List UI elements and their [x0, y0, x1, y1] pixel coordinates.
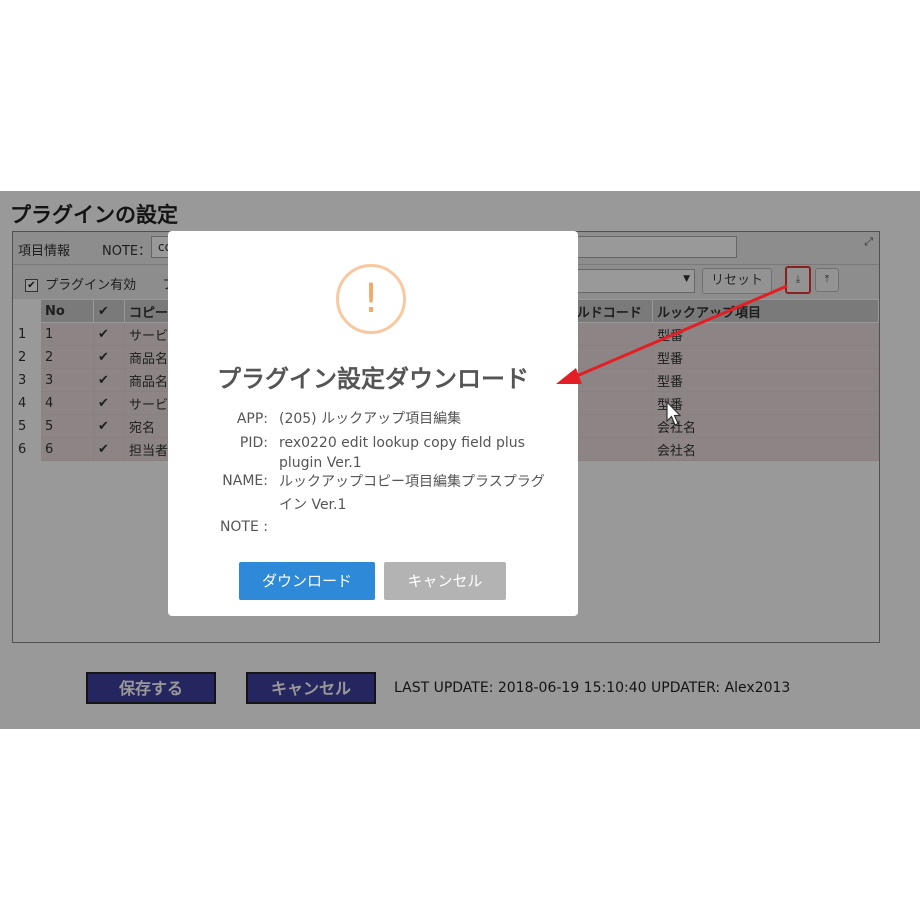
- download-dialog: ! プラグイン設定ダウンロード APP: (205) ルックアップ項目編集 PI…: [168, 231, 578, 616]
- app-value: (205) ルックアップ項目編集: [279, 411, 462, 427]
- warning-icon: !: [336, 264, 406, 334]
- name-label: NAME:: [222, 473, 268, 489]
- dialog-cancel-button[interactable]: キャンセル: [384, 562, 506, 600]
- name-value: ルックアップコピー項目編集プラスプラグイン Ver.1: [279, 474, 545, 513]
- pid-value: rex0220 edit lookup copy field plus plug…: [279, 435, 525, 471]
- app-label: APP:: [236, 411, 268, 427]
- download-button[interactable]: ダウンロード: [239, 562, 375, 600]
- mouse-cursor-icon: [666, 401, 682, 426]
- dialog-title: プラグイン設定ダウンロード: [217, 365, 529, 393]
- note-info-label: NOTE :: [219, 519, 268, 535]
- pid-label: PID:: [239, 435, 268, 451]
